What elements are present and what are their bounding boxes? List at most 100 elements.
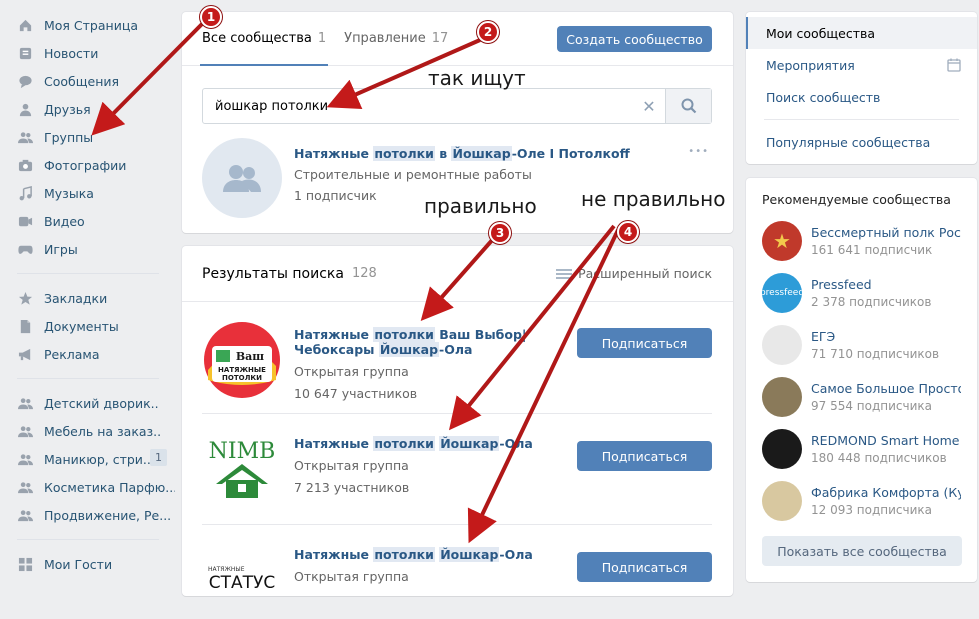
name-part: потолки (373, 436, 435, 451)
menu-popular-communities[interactable]: Популярные сообщества (746, 126, 977, 158)
sidebar-item[interactable]: Группы (0, 123, 175, 151)
more-actions-icon[interactable]: ••• (688, 146, 709, 157)
sidebar-item[interactable]: Игры (0, 235, 175, 263)
result-row: Ваш НАТЯЖНЫЕ ПОТОЛКИ Натяжные потолки Ва… (202, 312, 712, 414)
recommended-item[interactable]: ЕГЭ 71 710 подписчиков (746, 319, 977, 371)
sidebar-item[interactable]: Моя Страница (0, 11, 175, 39)
group-name-link[interactable]: Натяжные потолки Ваш Выбор|Чебоксары Йош… (294, 327, 562, 357)
sidebar-item[interactable]: Мои Гости (0, 550, 175, 578)
divider (764, 119, 959, 120)
results-count: 128 (351, 266, 377, 281)
divider (17, 273, 159, 274)
community-avatar[interactable] (762, 429, 802, 469)
recommended-item[interactable]: Фабрика Комфорта (Кух... 12 093 подписчик… (746, 475, 977, 527)
menu-events[interactable]: Мероприятия (746, 49, 977, 81)
filter-icon (556, 268, 573, 279)
recommended-item[interactable]: pressfeed Pressfeed 2 378 подписчиков (746, 267, 977, 319)
annotation-correct: правильно (424, 194, 537, 218)
community-name[interactable]: Самое Большое Простое... (811, 381, 961, 396)
svg-text:НАТЯЖНЫЕ: НАТЯЖНЫЕ (218, 366, 266, 374)
sidebar-item[interactable]: Детский дворик.. (0, 389, 175, 417)
community-avatar[interactable]: ★ (762, 221, 802, 261)
recommended-item[interactable]: ★ Бессмертный полк Росс... 161 641 подписч… (746, 215, 977, 267)
subscribe-button[interactable]: Подписаться (577, 328, 712, 358)
community-avatar[interactable]: pressfeed (762, 273, 802, 313)
advanced-search-link[interactable]: Расширенный поиск (556, 266, 712, 281)
subscriber-count: 180 448 подписчиков (811, 451, 947, 465)
sidebar-item-label: Продвижение, Ре... (44, 507, 172, 523)
name-part: Натяжные (294, 146, 374, 161)
groups-icon (17, 129, 33, 145)
group-logo[interactable]: Ваш НАТЯЖНЫЕ ПОТОЛКИ (202, 320, 282, 400)
sidebar-item-label: Игры (44, 241, 78, 257)
sidebar-item[interactable]: Друзья (0, 95, 175, 123)
community-avatar[interactable] (202, 138, 282, 218)
tabs-bar: Все сообщества 1 Управление 17 Создать соо… (182, 12, 733, 66)
community-avatar[interactable] (762, 481, 802, 521)
subscribe-button[interactable]: Подписаться (577, 441, 712, 471)
group-logo[interactable]: NIMB (202, 428, 282, 508)
notification-count: 1 (150, 449, 167, 466)
logo-caption: НАТЯЖНЫЕ (208, 565, 245, 573)
svg-text:NIMB: NIMB (209, 439, 276, 464)
star-icon (17, 290, 33, 306)
group-name-link[interactable]: Натяжные потолки Йошкар-Ола (294, 547, 562, 562)
subscriber-count: 97 554 подписчика (811, 399, 933, 413)
vash-vybor-logo: Ваш НАТЯЖНЫЕ ПОТОЛКИ (204, 322, 280, 398)
tab-manage[interactable]: Управление 17 (344, 12, 448, 65)
sidebar-item-label: Группы (44, 129, 94, 145)
community-name[interactable]: Pressfeed (811, 277, 961, 292)
sidebar-item[interactable]: Реклама (0, 340, 175, 368)
camera-icon (17, 157, 33, 173)
group-logo[interactable]: НАТЯЖНЫЕ СТАТУС (202, 539, 282, 619)
search-button[interactable] (665, 89, 711, 123)
sidebar-item-label: Видео (44, 213, 85, 229)
name-part: -Оле I Потолкoff (511, 146, 630, 161)
member-count: 7 213 участников (294, 480, 410, 495)
results-header: Результаты поиска 128 Расширенный поиск (182, 246, 733, 302)
subscribe-button[interactable]: Подписаться (577, 552, 712, 582)
sidebar-item[interactable]: Косметика Парфю... (0, 473, 175, 501)
sidebar-item[interactable]: Закладки (0, 284, 175, 312)
group-name-link[interactable]: Натяжные потолки Йошкар-Ола (294, 436, 562, 451)
grid-icon (17, 556, 33, 572)
result-row: NIMB Натяжные потолки Йошкар-Ола Открыта… (202, 414, 712, 525)
annotation-badge: 3 (489, 222, 511, 244)
community-avatar[interactable] (762, 377, 802, 417)
sidebar-item-label: Друзья (44, 101, 91, 117)
community-name[interactable]: Бессмертный полк Росс... (811, 225, 961, 240)
divider (17, 539, 159, 540)
name-part: в (434, 146, 452, 161)
show-all-communities-button[interactable]: Показать все сообщества (762, 536, 962, 566)
recommended-item[interactable]: REDMOND Smart Home 180 448 подписчиков (746, 423, 977, 475)
name-part: потолки (373, 146, 435, 161)
sidebar-item[interactable]: Новости (0, 39, 175, 67)
clear-icon[interactable]: ✕ (633, 97, 665, 116)
sidebar-item[interactable]: Мебель на заказ.. (0, 417, 175, 445)
search-input[interactable]: йошкар потолки (203, 99, 633, 114)
name-part: Йошкар (378, 342, 440, 357)
sidebar-item[interactable]: Фотографии (0, 151, 175, 179)
create-community-button[interactable]: Создать сообщество (557, 26, 712, 52)
menu-my-communities[interactable]: Мои сообщества (746, 17, 977, 49)
calendar-icon (947, 58, 961, 72)
sidebar-item-label: Мебель на заказ.. (44, 423, 162, 439)
sidebar-item[interactable]: Видео (0, 207, 175, 235)
sidebar-item[interactable]: Маникюр, стри... 1 (0, 445, 175, 473)
community-name[interactable]: ЕГЭ (811, 329, 961, 344)
sidebar-item[interactable]: Документы (0, 312, 175, 340)
community-name[interactable]: REDMOND Smart Home (811, 433, 961, 448)
result-row: НАТЯЖНЫЕ СТАТУС Натяжные потолки Йошкар-… (202, 525, 712, 615)
sidebar-item[interactable]: Музыка (0, 179, 175, 207)
friends-icon (17, 101, 33, 117)
community-name[interactable]: Фабрика Комфорта (Кух... (811, 485, 961, 500)
name-part: Йошкар (439, 547, 500, 562)
sidebar-item[interactable]: Сообщения (0, 67, 175, 95)
games-icon (17, 241, 33, 257)
name-part: Натяжные (294, 436, 374, 451)
sidebar-item[interactable]: Продвижение, Ре... (0, 501, 175, 529)
recommended-item[interactable]: Самое Большое Простое... 97 554 подписчик… (746, 371, 977, 423)
community-avatar[interactable] (762, 325, 802, 365)
group-name-link[interactable]: Натяжные потолки в Йошкар-Оле I Потолкof… (294, 146, 630, 161)
menu-search-communities[interactable]: Поиск сообществ (746, 81, 977, 113)
